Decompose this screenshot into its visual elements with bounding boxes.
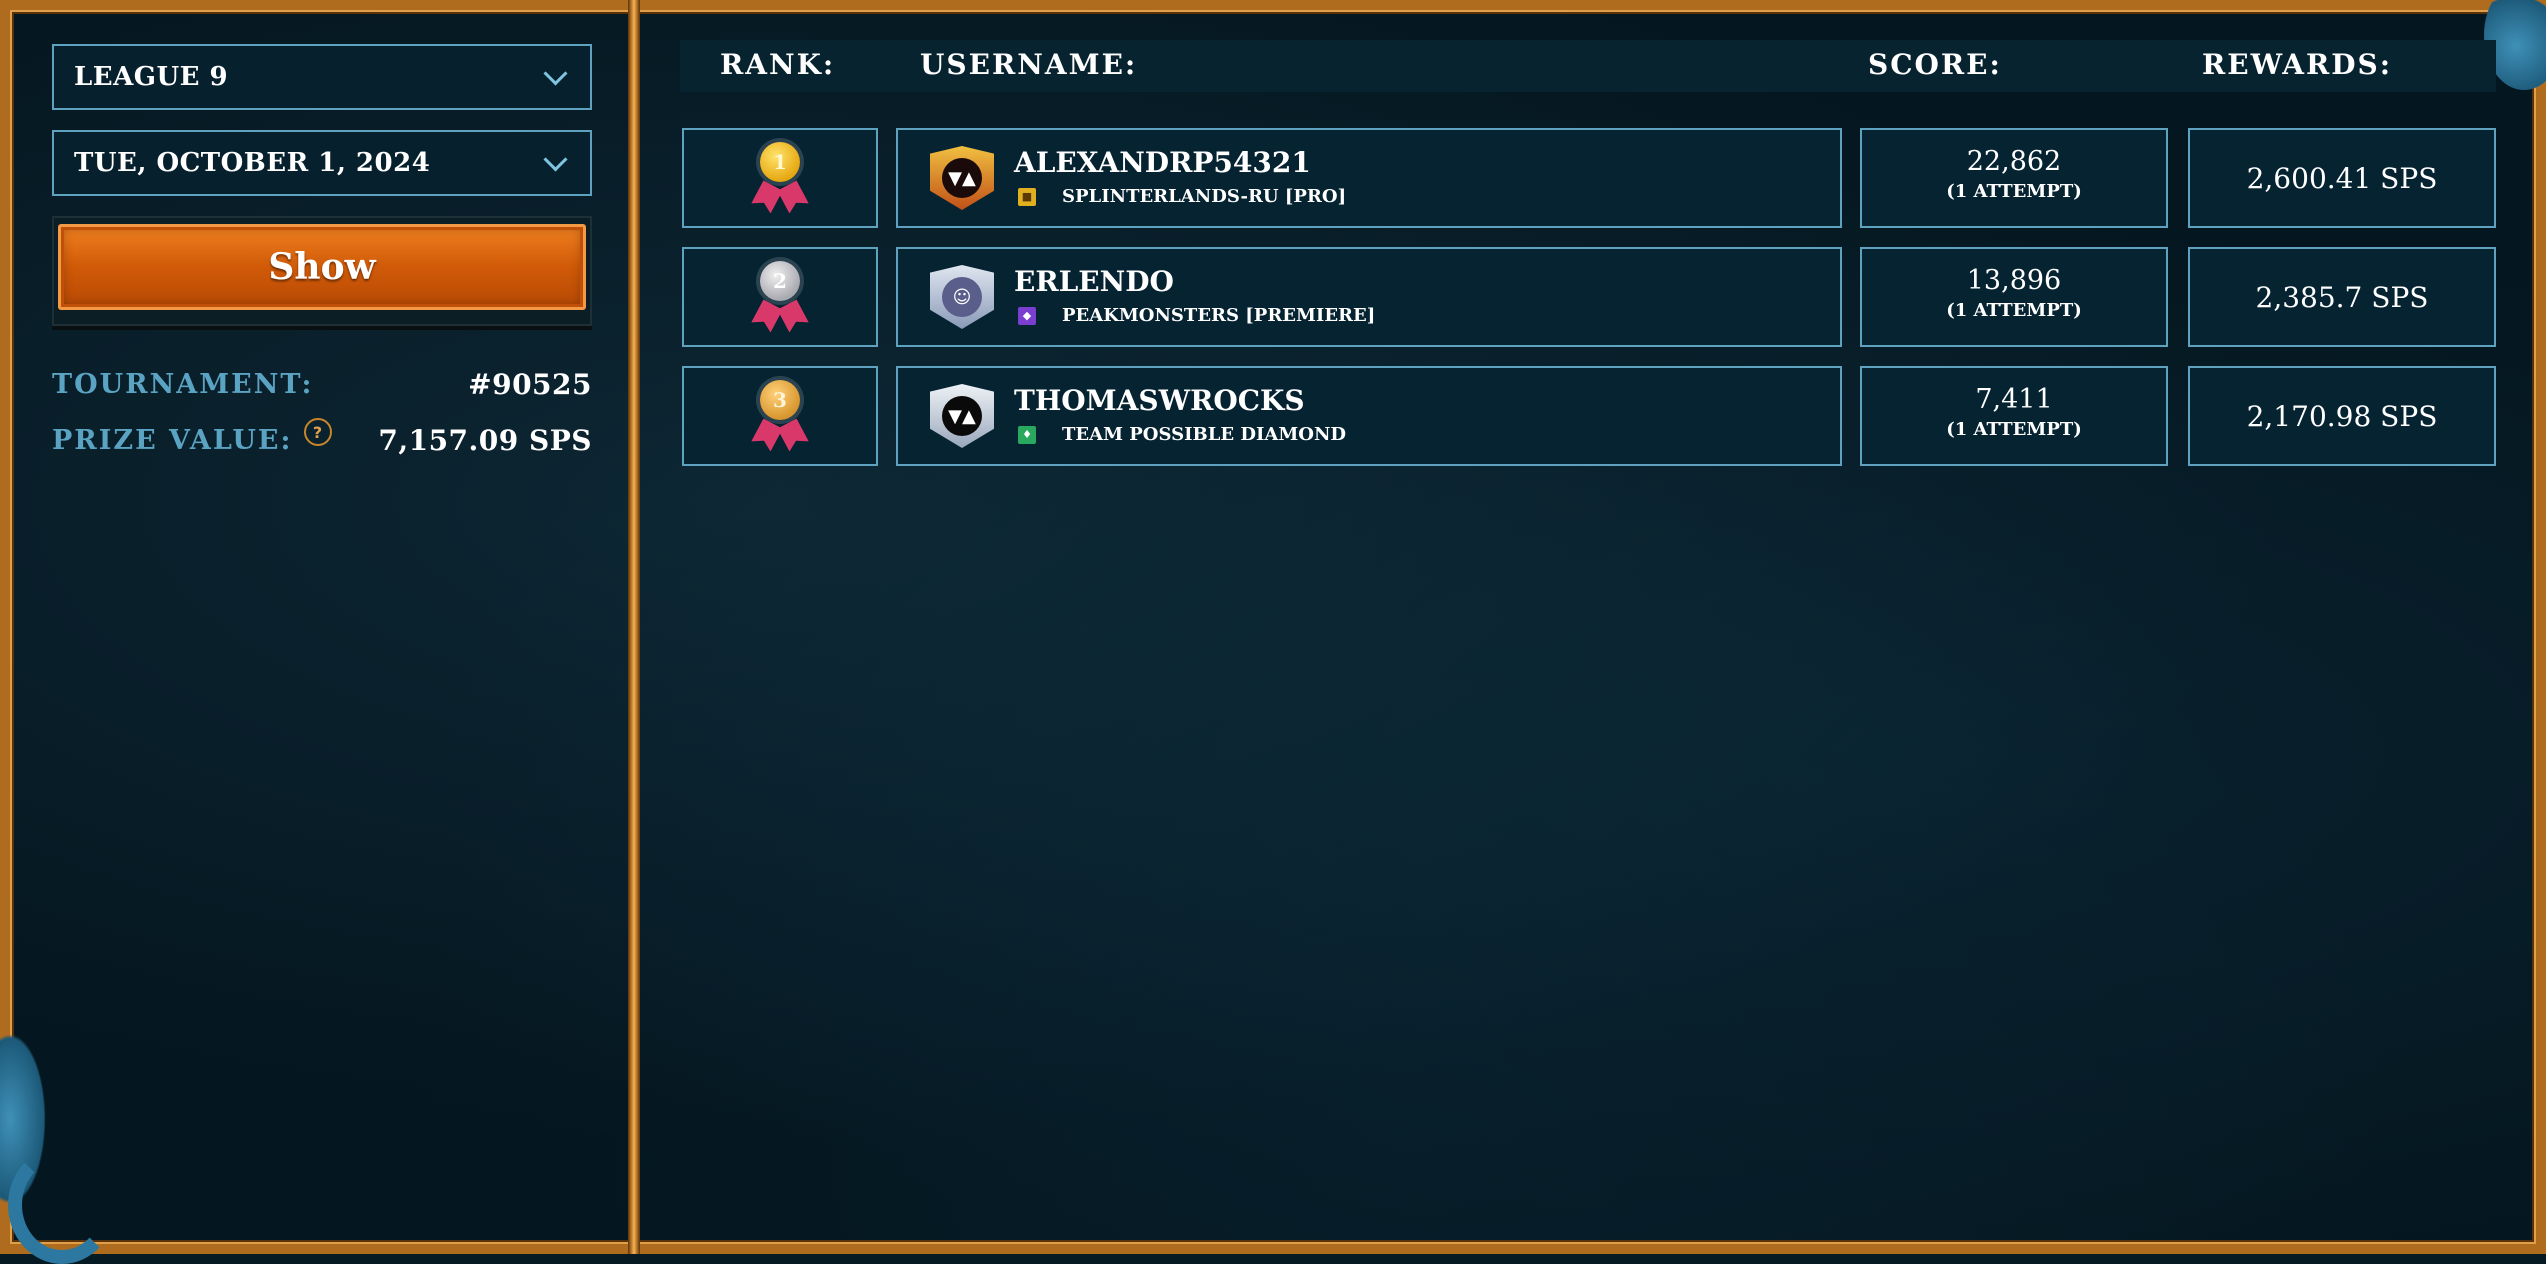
tournament-label: TOURNAMENT: xyxy=(52,368,314,400)
user-cell[interactable]: ▼▲ THOMASWROCKS ♦ TEAM POSSIBLE DIAMOND xyxy=(896,366,1842,466)
attempt-count: (1 ATTEMPT) xyxy=(1946,300,2082,321)
rank-number: 2 xyxy=(760,261,800,301)
gold-medal-icon: 1 xyxy=(748,142,812,214)
chevron-down-icon xyxy=(543,60,568,86)
reward-cell: 2,600.41 SPS xyxy=(2188,128,2496,228)
user-cell[interactable]: ☺ ERLENDO ◆ PEAKMONSTERS [PREMIERE] xyxy=(896,247,1842,347)
rank-cell: 3 xyxy=(682,366,878,466)
frame-divider xyxy=(628,0,640,1254)
reward-cell: 2,385.7 SPS xyxy=(2188,247,2496,347)
leaderboard-row[interactable]: 2 ☺ ERLENDO ◆ PEAKMONSTERS [PREMIERE] 13… xyxy=(682,247,2496,347)
help-icon[interactable]: ? xyxy=(304,418,333,446)
rewards-header: REWARDS: xyxy=(2202,48,2393,81)
character-avatar-icon: ☺ xyxy=(930,265,994,329)
rank-cell: 2 xyxy=(682,247,878,347)
prize-row: PRIZE VALUE: ? 7,157.09 SPS xyxy=(52,418,592,460)
guild-name[interactable]: SPLINTERLANDS-RU [PRO] xyxy=(1062,186,1346,207)
score-value: 22,862 xyxy=(1966,146,2062,177)
leaderboard-row[interactable]: 1 ▼▲ ALEXANDRP54321 ■ SPLINTERLANDS-RU [… xyxy=(682,128,2496,228)
show-button-frame: Show xyxy=(52,216,592,326)
user-cell[interactable]: ▼▲ ALEXANDRP54321 ■ SPLINTERLANDS-RU [PR… xyxy=(896,128,1842,228)
score-value: 7,411 xyxy=(1975,384,2053,415)
score-cell: 7,411 (1 ATTEMPT) xyxy=(1860,366,2168,466)
username[interactable]: ERLENDO xyxy=(1014,265,1174,298)
reward-value: 2,600.41 SPS xyxy=(2246,161,2438,195)
monster-avatar-icon: ▼▲ xyxy=(930,384,994,448)
bronze-medal-icon: 3 xyxy=(748,380,812,452)
username[interactable]: THOMASWROCKS xyxy=(1014,384,1305,417)
leaderboard-row[interactable]: 3 ▼▲ THOMASWROCKS ♦ TEAM POSSIBLE DIAMON… xyxy=(682,366,2496,466)
guild-info: ♦ TEAM POSSIBLE DIAMOND xyxy=(1018,424,1346,445)
vine-curl-icon xyxy=(8,1146,116,1264)
prize-label: PRIZE VALUE: xyxy=(52,424,293,456)
guild-info: ■ SPLINTERLANDS-RU [PRO] xyxy=(1018,186,1346,207)
guild-name[interactable]: PEAKMONSTERS [PREMIERE] xyxy=(1062,305,1375,326)
username[interactable]: ALEXANDRP54321 xyxy=(1014,146,1311,179)
filter-sidebar: LEAGUE 9 TUE, OCTOBER 1, 2024 Show TOURN… xyxy=(52,44,592,460)
reward-cell: 2,170.98 SPS xyxy=(2188,366,2496,466)
rank-cell: 1 xyxy=(682,128,878,228)
guild-name[interactable]: TEAM POSSIBLE DIAMOND xyxy=(1062,424,1346,445)
guild-crest-icon: ♦ xyxy=(1018,425,1036,444)
leaderboard-header: RANK: USERNAME: SCORE: REWARDS: xyxy=(680,40,2496,92)
guild-info: ◆ PEAKMONSTERS [PREMIERE] xyxy=(1018,305,1375,326)
monster-avatar-icon: ▼▲ xyxy=(930,146,994,210)
reward-value: 2,170.98 SPS xyxy=(2246,399,2438,433)
league-select[interactable]: LEAGUE 9 xyxy=(52,44,592,110)
date-select[interactable]: TUE, OCTOBER 1, 2024 xyxy=(52,130,592,196)
attempt-count: (1 ATTEMPT) xyxy=(1946,419,2082,440)
guild-crest-icon: ■ xyxy=(1018,187,1036,206)
silver-medal-icon: 2 xyxy=(748,261,812,333)
date-select-value: TUE, OCTOBER 1, 2024 xyxy=(74,148,431,178)
reward-value: 2,385.7 SPS xyxy=(2255,280,2429,314)
chevron-down-icon xyxy=(543,146,568,172)
guild-crest-icon: ◆ xyxy=(1018,306,1036,325)
prize-label-wrap: PRIZE VALUE: ? xyxy=(52,418,333,456)
rank-number: 1 xyxy=(760,142,800,182)
score-header: SCORE: xyxy=(1868,48,2002,81)
league-select-value: LEAGUE 9 xyxy=(74,62,229,92)
prize-value: 7,157.09 SPS xyxy=(378,423,592,457)
show-button[interactable]: Show xyxy=(58,224,586,310)
score-value: 13,896 xyxy=(1966,265,2062,296)
score-cell: 13,896 (1 ATTEMPT) xyxy=(1860,247,2168,347)
username-header: USERNAME: xyxy=(920,48,1138,81)
score-cell: 22,862 (1 ATTEMPT) xyxy=(1860,128,2168,228)
tournament-row: TOURNAMENT: #90525 xyxy=(52,364,592,404)
rank-header: RANK: xyxy=(720,48,836,81)
tournament-value: #90525 xyxy=(468,367,592,401)
attempt-count: (1 ATTEMPT) xyxy=(1946,181,2082,202)
rank-number: 3 xyxy=(760,380,800,420)
